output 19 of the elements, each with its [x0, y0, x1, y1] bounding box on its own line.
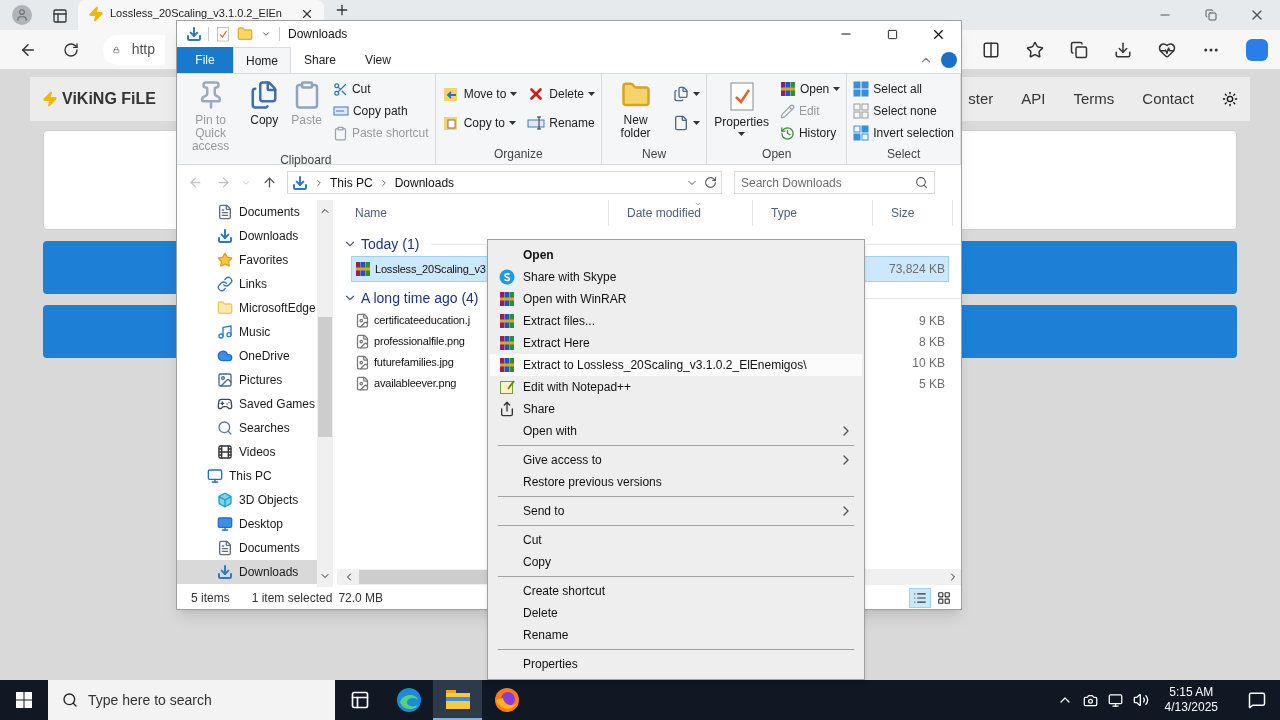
file-size: 8 KB: [919, 333, 946, 351]
group-label: Organize: [492, 147, 544, 163]
group-label: Clipboard: [279, 153, 333, 169]
file-name: Lossless_20Scaling_v3: [375, 261, 486, 277]
status-text: 72.0 MB: [338, 590, 384, 607]
group-label: Open: [761, 147, 793, 163]
file-name: certificateeducation.j: [374, 313, 470, 329]
tab-title: Lossless_20Scaling_v3.1.0.2_ElEn: [110, 6, 283, 20]
group-label: New: [641, 147, 668, 163]
file-size: 5 KB: [919, 375, 946, 393]
group-label: Select: [885, 147, 922, 163]
file-name: professionalfile.png: [374, 334, 465, 350]
file-size: 9 KB: [919, 312, 946, 330]
file-name: futurefamilies.jpg: [374, 355, 454, 371]
status-text: 5 items: [191, 590, 230, 607]
status-text: 1 item selected: [251, 590, 333, 607]
file-name: availableever.png: [374, 376, 457, 392]
file-size: 73,824 KB: [888, 261, 946, 278]
file-size: 10 KB: [912, 354, 946, 372]
